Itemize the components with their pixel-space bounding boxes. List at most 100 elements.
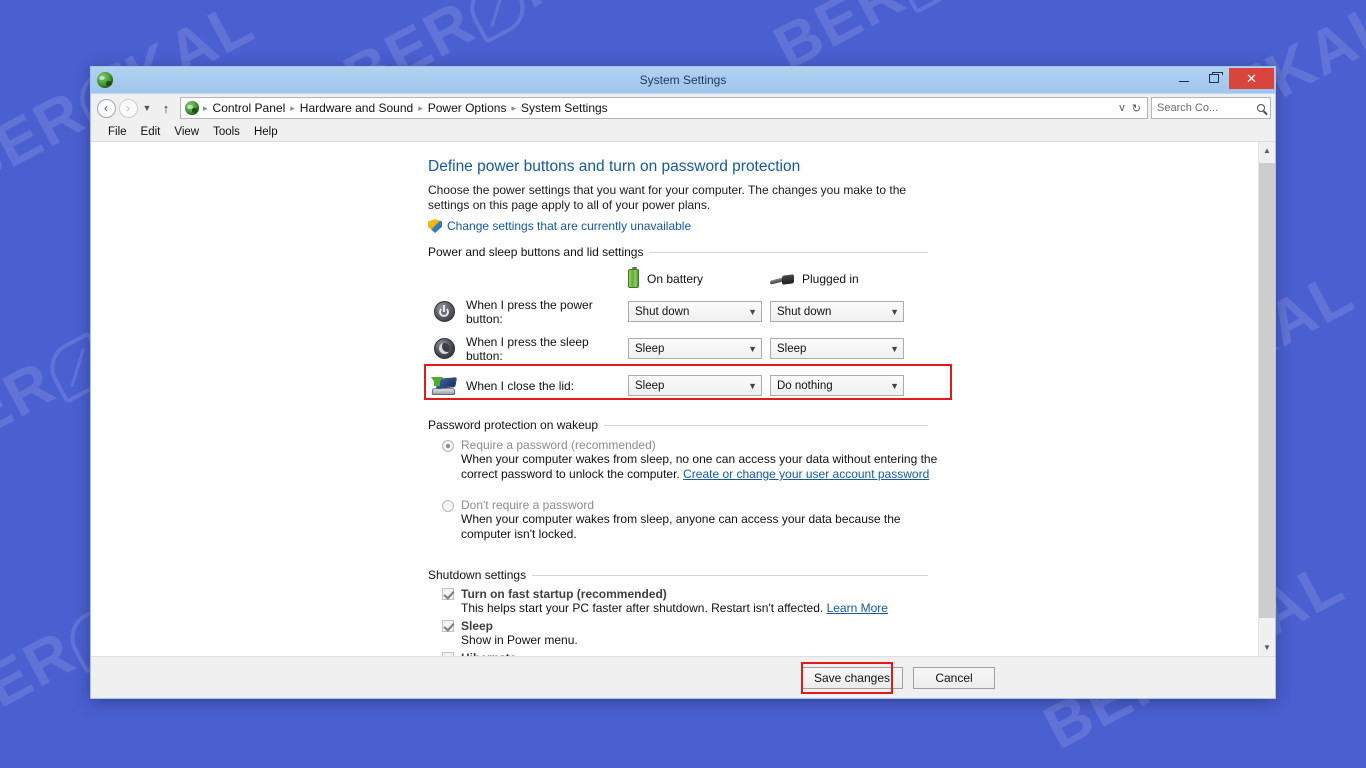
power-button-icon [428, 301, 460, 322]
learn-more-link[interactable]: Learn More [827, 601, 888, 615]
menu-bar: File Edit View Tools Help [91, 122, 1275, 142]
checkbox-sleep-label: Sleep [461, 619, 494, 633]
power-button-plugged-in-select[interactable]: Shut down ▼ [770, 301, 904, 322]
plug-icon [769, 272, 794, 286]
scroll-down-button[interactable]: ▼ [1259, 639, 1275, 656]
breadcrumb-item-power-options[interactable]: Power Options [424, 101, 511, 115]
navigation-bar: ‹ › ▼ ↑ ▸ Control Panel ▸ Hardware and S… [91, 94, 1275, 122]
power-button-on-battery-select[interactable]: Shut down ▼ [628, 301, 762, 322]
checkbox-icon [442, 620, 454, 632]
window-title: System Settings [639, 72, 727, 87]
address-bar-actions: v ↻ [1119, 102, 1144, 115]
section-header-shutdown-label: Shutdown settings [428, 568, 527, 582]
battery-icon [628, 267, 639, 288]
chevron-down-icon: ▼ [890, 380, 899, 391]
chevron-down-icon: ▼ [890, 343, 899, 354]
sleep-button-icon [428, 338, 460, 359]
dialog-footer: Save changes Cancel [91, 656, 1275, 698]
recent-pages-icon[interactable]: ▼ [139, 97, 155, 119]
address-bar[interactable]: ▸ Control Panel ▸ Hardware and Sound ▸ P… [180, 97, 1148, 119]
row-power-button: When I press the power button: Shut down… [428, 293, 928, 330]
close-lid-on-battery-value: Sleep [635, 379, 665, 392]
change-unavailable-settings-label: Change settings that are currently unava… [447, 219, 692, 233]
page-intro: Choose the power settings that you want … [428, 183, 907, 212]
save-changes-button[interactable]: Save changes [800, 666, 903, 689]
menu-view[interactable]: View [167, 124, 206, 140]
close-lid-plugged-in-select[interactable]: Do nothing ▼ [770, 375, 904, 396]
radio-require-password-desc: When your computer wakes from sleep, no … [461, 452, 939, 482]
close-lid-plugged-in-value: Do nothing [777, 379, 833, 392]
forward-button[interactable]: › [117, 97, 139, 119]
radio-require-password[interactable]: Require a password (recommended) [442, 438, 928, 452]
checkbox-fast-startup-label: Turn on fast startup (recommended) [461, 587, 667, 601]
close-button[interactable]: ✕ [1229, 68, 1274, 89]
search-placeholder: Search Co... [1157, 102, 1219, 114]
menu-edit[interactable]: Edit [134, 124, 168, 140]
page-title: Define power buttons and turn on passwor… [428, 158, 801, 175]
minimize-button[interactable] [1169, 68, 1199, 89]
section-header-password: Password protection on wakeup [428, 418, 928, 432]
radio-icon [442, 500, 454, 512]
search-input[interactable]: Search Co... [1151, 97, 1271, 119]
breadcrumb-item-control-panel[interactable]: Control Panel [209, 101, 290, 115]
search-icon [1257, 104, 1265, 112]
breadcrumb-item-system-settings[interactable]: System Settings [517, 101, 612, 115]
radio-icon [442, 440, 454, 452]
checkbox-fast-startup-desc: This helps start your PC faster after sh… [461, 601, 928, 616]
chevron-down-icon: ▼ [890, 306, 899, 317]
scroll-up-button[interactable]: ▲ [1259, 142, 1275, 159]
chevron-down-icon[interactable]: v [1119, 102, 1125, 114]
menu-help[interactable]: Help [247, 124, 285, 140]
breadcrumb-item-hardware-and-sound[interactable]: Hardware and Sound [296, 101, 417, 115]
column-plugged-in: Plugged in [769, 269, 912, 288]
checkbox-icon [442, 588, 454, 600]
change-unavailable-settings-link[interactable]: Change settings that are currently unava… [428, 219, 928, 233]
column-plugged-in-label: Plugged in [802, 271, 859, 286]
refresh-icon[interactable]: ↻ [1132, 102, 1141, 115]
chevron-down-icon: ▼ [748, 380, 757, 391]
window-titlebar[interactable]: System Settings ✕ [91, 67, 1275, 94]
row-close-lid-label: When I close the lid: [466, 378, 575, 393]
radio-dont-require-password[interactable]: Don't require a password [442, 498, 928, 512]
checkbox-fast-startup[interactable]: Turn on fast startup (recommended) [442, 587, 928, 601]
row-close-lid: When I close the lid: Sleep ▼ Do nothing… [428, 367, 928, 404]
settings-pane: Define power buttons and turn on passwor… [91, 142, 1258, 656]
chevron-down-icon: ▼ [748, 343, 757, 354]
section-header-password-label: Password protection on wakeup [428, 418, 599, 432]
close-lid-on-battery-select[interactable]: Sleep ▼ [628, 375, 762, 396]
sleep-button-plugged-in-select[interactable]: Sleep ▼ [770, 338, 904, 359]
divider [532, 574, 928, 576]
section-header-shutdown: Shutdown settings [428, 568, 928, 582]
column-on-battery: On battery [628, 267, 770, 288]
radio-require-password-label: Require a password (recommended) [461, 438, 656, 452]
column-headers: On battery Plugged in [428, 267, 928, 288]
divider [604, 424, 928, 426]
checkbox-sleep[interactable]: Sleep [442, 619, 928, 633]
content-area: Define power buttons and turn on passwor… [91, 142, 1275, 656]
sleep-button-plugged-in-value: Sleep [777, 342, 807, 355]
radio-dont-require-password-desc: When your computer wakes from sleep, any… [461, 512, 901, 541]
scrollbar-track[interactable] [1259, 159, 1275, 639]
section-header-power-label: Power and sleep buttons and lid settings [428, 245, 644, 259]
sleep-button-on-battery-select[interactable]: Sleep ▼ [628, 338, 762, 359]
scrollbar-thumb[interactable] [1259, 163, 1275, 618]
checkbox-sleep-desc: Show in Power menu. [461, 633, 578, 647]
power-button-plugged-in-value: Shut down [777, 305, 832, 318]
menu-file[interactable]: File [101, 124, 134, 140]
back-button[interactable]: ‹ [95, 97, 117, 119]
power-button-on-battery-value: Shut down [635, 305, 690, 318]
radio-dont-require-password-label: Don't require a password [461, 498, 595, 512]
row-power-button-label: When I press the power button: [466, 297, 593, 326]
cancel-button[interactable]: Cancel [913, 666, 995, 689]
globe-icon [185, 101, 199, 115]
up-button[interactable]: ↑ [155, 97, 177, 119]
fast-startup-desc-text: This helps start your PC faster after sh… [461, 601, 827, 615]
window-controls: ✕ [1169, 67, 1275, 94]
create-change-password-link[interactable]: Create or change your user account passw… [683, 467, 929, 481]
column-on-battery-label: On battery [647, 271, 704, 286]
chevron-down-icon: ▼ [748, 306, 757, 317]
breadcrumb: ▸ Control Panel ▸ Hardware and Sound ▸ P… [202, 101, 1119, 115]
maximize-button[interactable] [1199, 68, 1229, 89]
menu-tools[interactable]: Tools [206, 124, 247, 140]
vertical-scrollbar[interactable]: ▲ ▼ [1258, 142, 1275, 656]
